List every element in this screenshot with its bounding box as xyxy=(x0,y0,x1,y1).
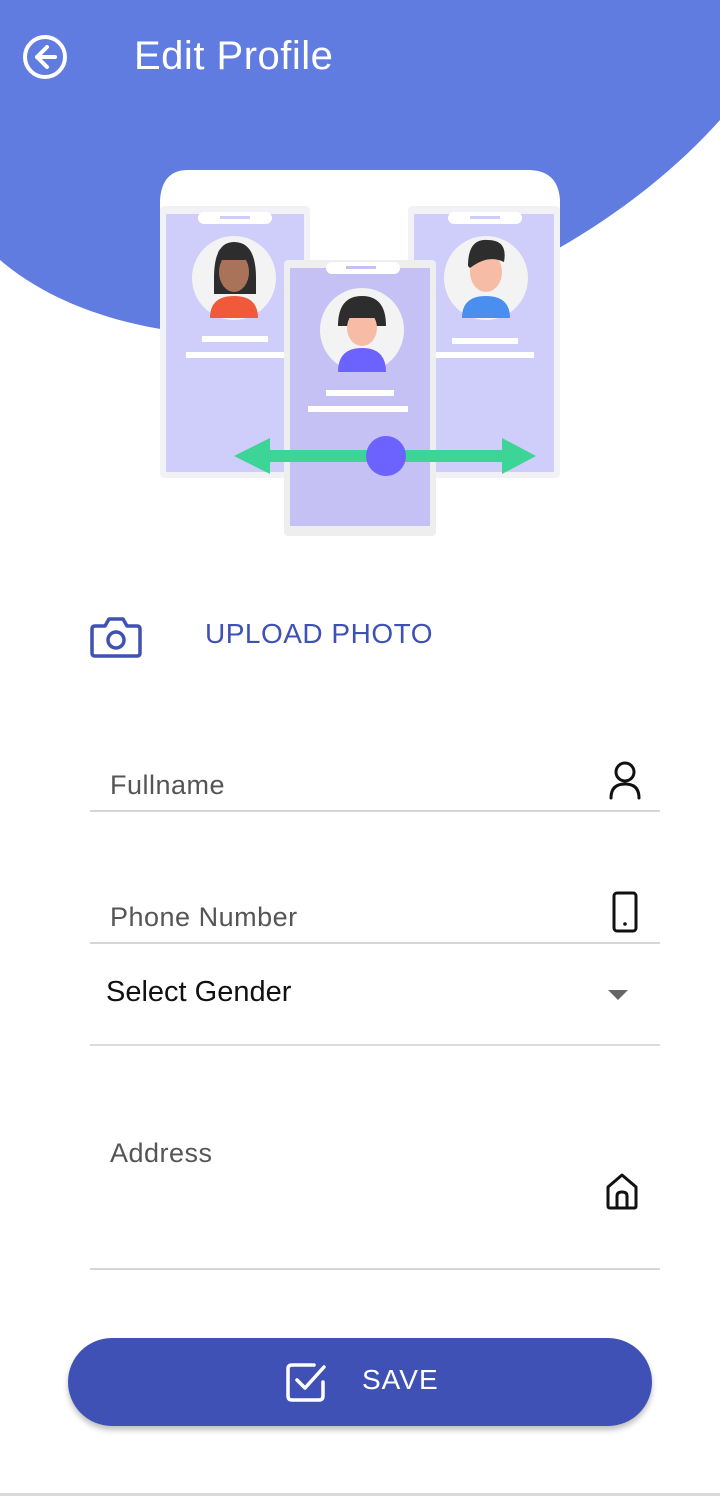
center-profile-card xyxy=(284,260,436,536)
upload-photo-button[interactable]: UPLOAD PHOTO xyxy=(90,606,490,666)
fullname-field[interactable]: Fullname xyxy=(90,740,660,812)
address-field[interactable]: Address xyxy=(90,1120,660,1270)
gender-select[interactable]: Select Gender xyxy=(90,944,660,1046)
phone-number-placeholder: Phone Number xyxy=(110,902,298,932)
dropdown-arrow-icon xyxy=(608,990,628,1000)
phone-icon xyxy=(612,891,638,933)
upload-photo-label: UPLOAD PHOTO xyxy=(205,618,433,649)
fullname-placeholder: Fullname xyxy=(110,770,226,800)
checkbox-icon xyxy=(286,1363,326,1402)
address-placeholder: Address xyxy=(110,1138,213,1168)
arrow-left-circle-icon xyxy=(23,35,67,79)
profile-cards-illustration xyxy=(160,170,560,536)
person-icon xyxy=(609,761,641,800)
home-icon xyxy=(606,1173,638,1210)
gender-selected-value: Select Gender xyxy=(106,976,292,1008)
save-button[interactable]: SAVE xyxy=(68,1338,652,1426)
camera-icon xyxy=(90,617,142,658)
phone-number-field[interactable]: Phone Number xyxy=(90,872,660,944)
back-button[interactable] xyxy=(20,32,70,82)
page-title: Edit Profile xyxy=(134,34,334,78)
save-button-label: SAVE xyxy=(362,1364,439,1395)
